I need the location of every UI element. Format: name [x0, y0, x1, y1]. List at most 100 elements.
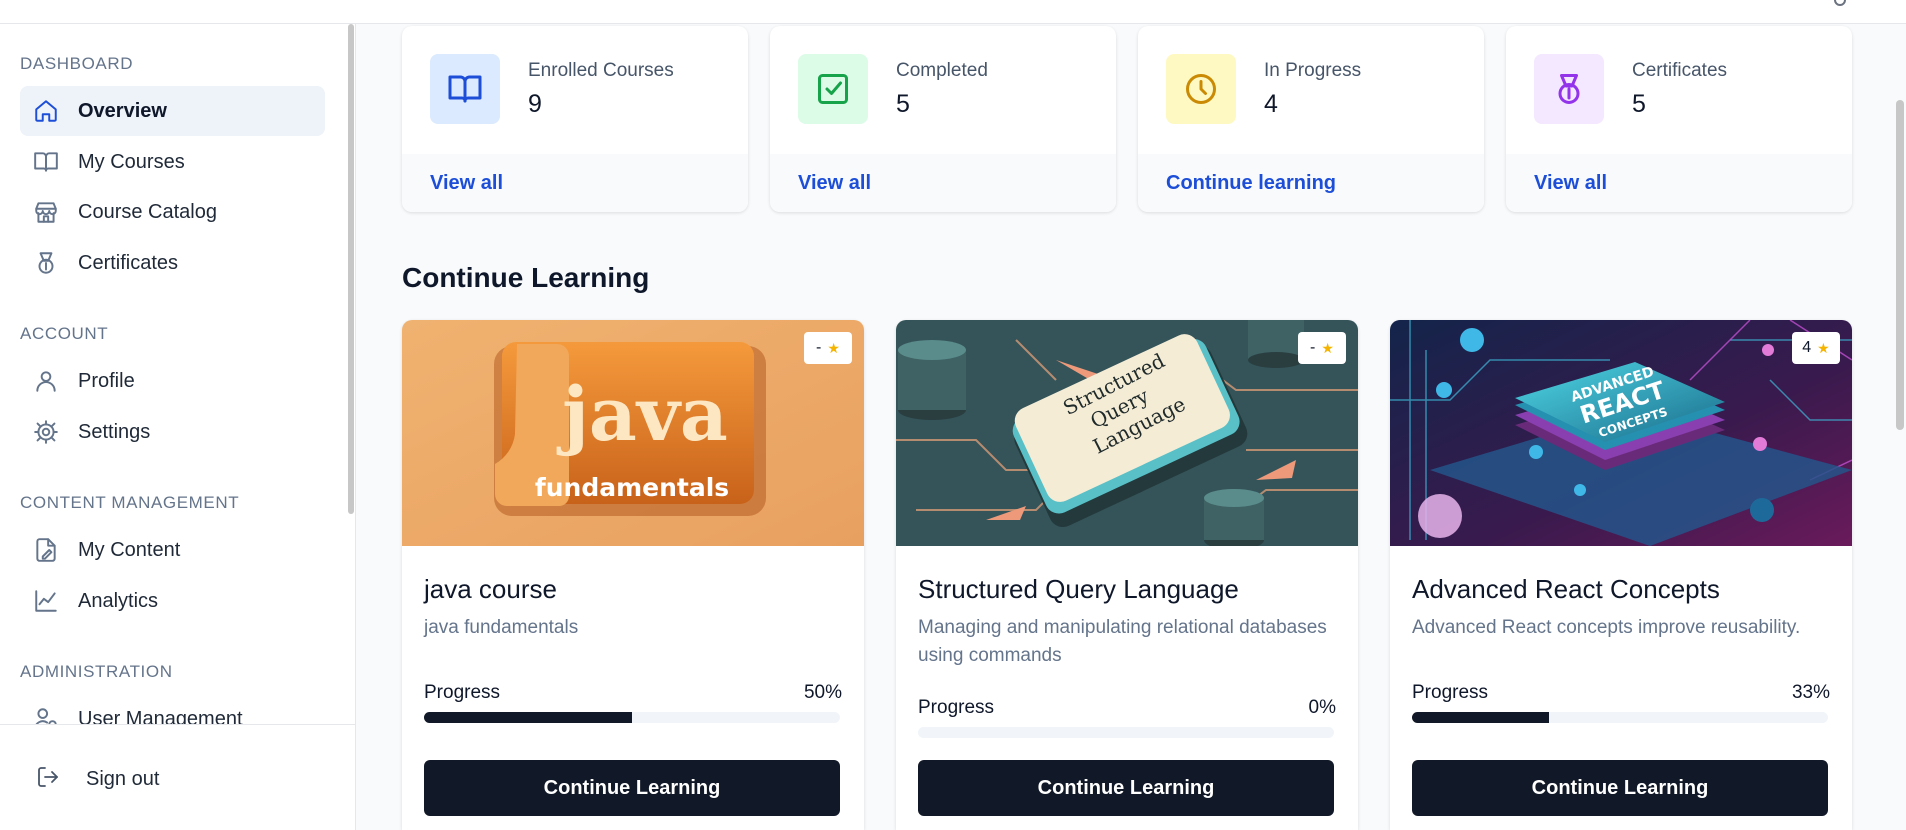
log-out-icon	[36, 765, 64, 793]
course-title: Advanced React Concepts	[1412, 574, 1720, 604]
stat-card-enrolled: Enrolled Courses 9 View all	[402, 26, 748, 212]
course-card-sql[interactable]: Structured Query Language - ★ Structured …	[896, 320, 1358, 830]
thumb-text: java	[556, 372, 728, 458]
star-icon: ★	[827, 339, 840, 356]
section-title-administration: ADMINISTRATION	[20, 662, 173, 681]
course-thumbnail: java fundamentals	[402, 320, 864, 546]
view-all-link[interactable]: View all	[430, 172, 503, 195]
thumb-text: fundamentals	[535, 473, 729, 502]
progress-value: 50%	[803, 682, 842, 703]
sidebar-scrollbar[interactable]	[348, 24, 354, 514]
sidebar-item-overview[interactable]: Overview	[20, 86, 325, 136]
stat-label: Certificates	[1632, 60, 1728, 81]
stat-icon-box	[430, 54, 500, 124]
sidebar-item-label: User Management	[78, 707, 243, 725]
chart-line-icon	[32, 587, 60, 615]
stat-card-in-progress: In Progress 4 Continue learning	[1138, 26, 1484, 212]
book-open-icon	[448, 75, 482, 103]
sidebar-item-course-catalog[interactable]: Course Catalog	[20, 187, 325, 237]
stat-footer: View all	[770, 154, 1116, 212]
sidebar: DASHBOARD Overview My Courses Course Cat…	[0, 24, 356, 830]
medal-icon	[1558, 74, 1580, 104]
users-cog-icon	[32, 705, 60, 724]
sidebar-item-profile[interactable]: Profile	[20, 356, 325, 406]
stat-footer: View all	[1506, 154, 1852, 212]
clock-icon	[1186, 74, 1216, 104]
stat-value: 9	[528, 90, 542, 118]
sidebar-item-label: My Content	[78, 538, 181, 561]
stat-label: In Progress	[1264, 60, 1362, 81]
sidebar-item-label: Profile	[78, 369, 135, 392]
continue-learning-button[interactable]: Continue Learning	[424, 760, 840, 816]
home-icon	[32, 97, 60, 125]
progress-label: Progress	[918, 697, 995, 718]
course-description: Managing and manipulating relational dat…	[918, 617, 1327, 666]
sidebar-item-certificates[interactable]: Certificates	[20, 238, 325, 288]
stat-label: Enrolled Courses	[528, 60, 674, 81]
stat-footer: View all	[402, 154, 748, 212]
course-thumbnail: Structured Query Language	[896, 320, 1358, 546]
star-icon: ★	[1321, 339, 1334, 356]
section-title-account: ACCOUNT	[20, 324, 109, 343]
rating-badge: 4 ★	[1792, 332, 1840, 364]
sidebar-item-label: My Courses	[78, 150, 185, 173]
continue-learning-link[interactable]: Continue learning	[1166, 172, 1336, 195]
star-icon: ★	[1817, 339, 1830, 356]
sidebar-item-my-courses[interactable]: My Courses	[20, 137, 325, 187]
progress-bar	[918, 727, 1334, 738]
progress-label: Progress	[424, 682, 501, 703]
course-title: java course	[424, 574, 557, 604]
sign-out-label: Sign out	[86, 767, 160, 790]
status-icon	[1834, 0, 1846, 6]
progress-value: 33%	[1791, 682, 1830, 703]
sidebar-item-label: Certificates	[78, 251, 179, 274]
rating-value: -	[816, 339, 822, 356]
sidebar-item-label: Overview	[78, 99, 167, 122]
view-all-link[interactable]: View all	[1534, 172, 1607, 195]
course-description: Advanced React concepts improve reusabil…	[1412, 617, 1801, 638]
course-title: Structured Query Language	[918, 574, 1239, 604]
top-bar	[0, 0, 1906, 24]
rating-value: -	[1310, 339, 1316, 356]
sidebar-item-settings[interactable]: Settings	[20, 407, 325, 457]
progress-fill	[424, 712, 632, 723]
continue-learning-button[interactable]: Continue Learning	[918, 760, 1334, 816]
section-heading-continue-learning: Continue Learning	[402, 262, 650, 293]
user-icon	[32, 367, 60, 395]
sidebar-item-user-management[interactable]: User Management	[20, 694, 325, 724]
medal-icon	[32, 249, 60, 277]
sign-out-button[interactable]: Sign out	[36, 759, 159, 799]
stat-value: 4	[1264, 90, 1278, 118]
stat-icon-box	[1166, 54, 1236, 124]
course-thumbnail: ADVANCED REACT CONCEPTS	[1390, 320, 1852, 546]
sidebar-nav: DASHBOARD Overview My Courses Course Cat…	[0, 24, 345, 724]
stat-card-certificates: Certificates 5 View all	[1506, 26, 1852, 212]
main-scrollbar[interactable]	[1896, 100, 1904, 430]
course-card-react[interactable]: ADVANCED REACT CONCEPTS 4 ★ Advanced Reac…	[1390, 320, 1852, 830]
sidebar-item-label: Course Catalog	[78, 200, 217, 223]
progress-fill	[1412, 712, 1550, 723]
stat-footer: Continue learning	[1138, 154, 1484, 212]
continue-learning-button[interactable]: Continue Learning	[1412, 760, 1828, 816]
rating-badge: - ★	[804, 332, 852, 364]
sidebar-item-label: Settings	[78, 420, 151, 443]
section-title-content-management: CONTENT MANAGEMENT	[20, 493, 240, 512]
course-card-java[interactable]: java fundamentals - ★ java course java fu…	[402, 320, 864, 830]
progress-bar	[424, 712, 840, 723]
sidebar-divider	[0, 724, 355, 725]
sidebar-item-analytics[interactable]: Analytics	[20, 576, 325, 626]
stat-value: 5	[896, 90, 910, 118]
sidebar-item-my-content[interactable]: My Content	[20, 525, 325, 575]
stat-card-completed: Completed 5 View all	[770, 26, 1116, 212]
sidebar-item-label: Analytics	[78, 589, 159, 612]
file-edit-icon	[32, 536, 60, 564]
progress-bar	[1412, 712, 1828, 723]
view-all-link[interactable]: View all	[798, 172, 871, 195]
check-square-icon	[818, 74, 848, 104]
section-title-dashboard: DASHBOARD	[20, 54, 134, 73]
course-description: java fundamentals	[424, 617, 579, 638]
progress-label: Progress	[1412, 682, 1489, 703]
rating-value: 4	[1802, 339, 1812, 356]
progress-value: 0%	[1308, 697, 1336, 718]
rating-badge: - ★	[1298, 332, 1346, 364]
